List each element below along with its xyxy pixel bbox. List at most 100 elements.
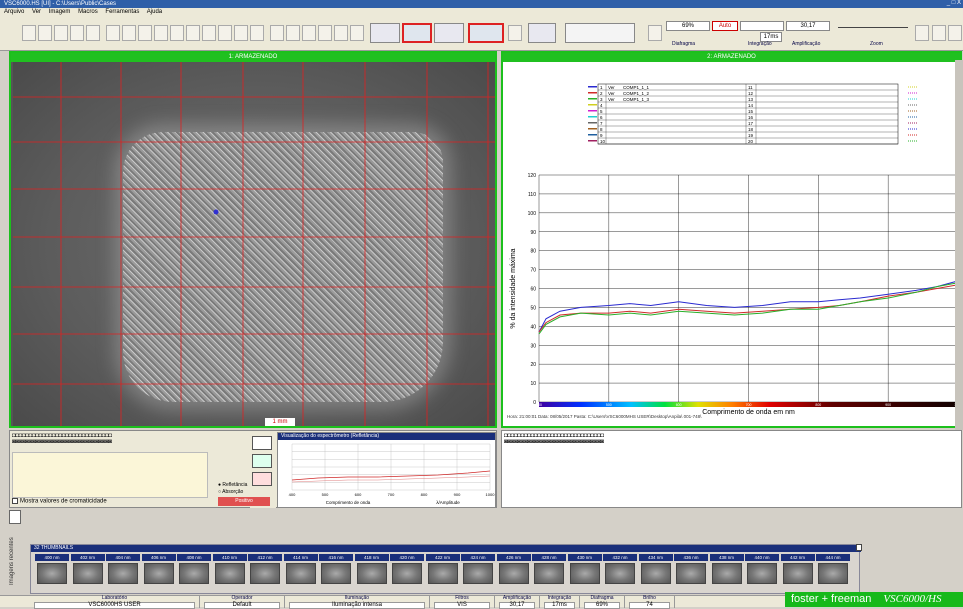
thumbnail-item[interactable]: 434 nm [638, 554, 673, 586]
thumbnail-item[interactable]: 438 nm [709, 554, 744, 586]
settings-icon[interactable] [948, 25, 962, 41]
menu-ver[interactable]: Ver [32, 9, 41, 15]
grid-overlay [13, 62, 495, 426]
thumbnail-item[interactable]: 436 nm [674, 554, 708, 586]
thumbnail-item[interactable]: 404 nm [106, 554, 140, 586]
thumbnail-item[interactable]: 412 nm [248, 554, 282, 586]
mini-x-tick: 600 [355, 492, 362, 497]
edit-icon[interactable] [350, 25, 364, 41]
print-icon[interactable] [54, 25, 68, 41]
thumbnail-label: 400 nm [35, 554, 69, 561]
thumbnail-item[interactable]: 418 nm [354, 554, 389, 586]
capture-icon[interactable] [70, 25, 84, 41]
led-indicators-2: ◘◘◘◘◘◘◘◘◘◘◘◘◘◘◘◘◘◘◘◘◘◘◘◘◘◘◘◘◘◘ ◙◙◙◙◙◙◙◙◙◙… [504, 433, 604, 445]
thumbnail-item[interactable]: 408 nm [177, 554, 211, 586]
thumbnail-strip: 32 THUMBNAILS 400 nm 402 nm 404 nm 406 nm 40… [30, 544, 861, 594]
thumbnail-item[interactable]: 416 nm [319, 554, 353, 586]
amplificacao-control[interactable]: 30,17 [786, 21, 830, 31]
thumbnail-item[interactable]: 428 nm [532, 554, 566, 586]
h2-icon[interactable] [318, 25, 332, 41]
tools-icon[interactable] [915, 25, 929, 41]
radio-reflectance[interactable]: ● Refletância [218, 482, 247, 488]
thumbnail-item[interactable]: 400 nm [35, 554, 69, 586]
thumbnail-image [569, 563, 600, 584]
x-tick-label: 500 [606, 403, 612, 407]
menu-arquivo[interactable]: Arquivo [4, 9, 24, 15]
thumbnail-item[interactable]: 410 nm [212, 554, 247, 586]
wand-icon[interactable] [250, 25, 264, 41]
zoom-slider[interactable] [838, 27, 908, 28]
zoom-icon[interactable] [106, 25, 120, 41]
menu-ajuda[interactable]: Ajuda [147, 9, 162, 15]
light-icon[interactable] [154, 25, 168, 41]
single-view-button[interactable] [370, 23, 400, 43]
diafragma-control[interactable]: 69% [666, 21, 710, 31]
brush-icon[interactable] [186, 25, 200, 41]
thumbnail-image [427, 563, 458, 584]
info-icon[interactable] [286, 25, 300, 41]
thumbnail-item[interactable]: 426 nm [496, 554, 531, 586]
brightness-icon[interactable] [648, 25, 662, 41]
menu-macros[interactable]: Macros [78, 9, 98, 15]
legend-number-2: 19 [748, 133, 754, 138]
side-tabs[interactable] [955, 60, 963, 430]
legend-file: COMP1_1_3 [623, 97, 650, 102]
menu-ferramentas[interactable]: Ferramentas [105, 9, 139, 15]
thumbnail-item[interactable]: 444 nm [816, 554, 850, 586]
menu-imagem[interactable]: Imagem [49, 9, 71, 15]
brand-model: VSC6000/HS [883, 593, 942, 605]
blank-view-button[interactable] [434, 23, 464, 43]
thumbnail-item[interactable]: 432 nm [603, 554, 637, 586]
window-controls[interactable]: _ □ X [947, 0, 961, 6]
spectrum-chart[interactable]: 1 Ver COMP1_1_1 112 Ver COMP1_1_2 123 Ver COMP1_… [503, 62, 960, 426]
filter-icon[interactable] [202, 25, 216, 41]
home-icon[interactable] [86, 25, 100, 41]
magnify-icon[interactable] [122, 25, 136, 41]
bars-icon[interactable] [138, 25, 152, 41]
panel-1-header: 1: ARMAZENADO [11, 53, 495, 62]
status-operator: Operador Default [200, 595, 285, 609]
thumbnail-image [285, 563, 316, 584]
thumbnail-item[interactable]: 440 nm [745, 554, 779, 586]
positive-button[interactable]: Positivo [218, 497, 270, 506]
marker-icon[interactable] [252, 472, 272, 486]
integracao-slider[interactable] [740, 21, 784, 31]
thumbnail-item[interactable]: 430 nm [567, 554, 602, 586]
save-icon[interactable] [38, 25, 52, 41]
mini-chart-icon[interactable] [252, 436, 272, 450]
radio-absorption[interactable]: ○ Absorção [218, 489, 243, 495]
mini-x-tick: 700 [388, 492, 395, 497]
window-title: VSC6000.HS [UI] - C:\Users\Public\Cases [4, 1, 117, 7]
thumbnail-item[interactable]: 402 nm [70, 554, 105, 586]
mini-x-label: Comprimento de onda [326, 500, 371, 505]
mini-spectrum-panel: Visualização do espectrômetro (Refletânc… [277, 432, 496, 508]
camera-switch[interactable] [528, 23, 556, 43]
lamp-icon[interactable] [218, 25, 232, 41]
toggle-icon[interactable] [508, 25, 522, 41]
chart-icon[interactable] [334, 25, 348, 41]
auto-button[interactable]: Auto [712, 21, 738, 31]
spectrum-icon[interactable] [302, 25, 316, 41]
layout-button[interactable] [468, 23, 504, 43]
search-icon[interactable] [932, 25, 946, 41]
color-icon[interactable] [270, 25, 284, 41]
thumbnail-item[interactable]: 414 nm [283, 554, 318, 586]
sample-image[interactable]: 1 mm [13, 62, 495, 426]
legend-number-2: 12 [748, 91, 754, 96]
thumbnail-item[interactable]: 406 nm [141, 554, 176, 586]
thumbnail-item[interactable]: 422 nm [425, 554, 460, 586]
thumbnail-image [640, 563, 671, 584]
open-folder-icon[interactable] [22, 25, 36, 41]
thumbnail-item[interactable]: 420 nm [390, 554, 424, 586]
thumbnail-image [214, 563, 245, 584]
thumbnail-close-icon[interactable] [856, 544, 862, 551]
y-tick-label: 100 [528, 211, 537, 217]
show-chromaticity-checkbox[interactable]: Mostra valores de cromaticidade [12, 498, 107, 505]
split-view-button[interactable] [402, 23, 432, 43]
grid-icon[interactable] [170, 25, 184, 41]
thumbnail-item[interactable]: 442 nm [780, 554, 815, 586]
thumbnail-item[interactable]: 424 nm [461, 554, 495, 586]
table-icon[interactable] [252, 454, 272, 468]
thumbnail-image [143, 563, 174, 584]
histogram-icon[interactable] [234, 25, 248, 41]
